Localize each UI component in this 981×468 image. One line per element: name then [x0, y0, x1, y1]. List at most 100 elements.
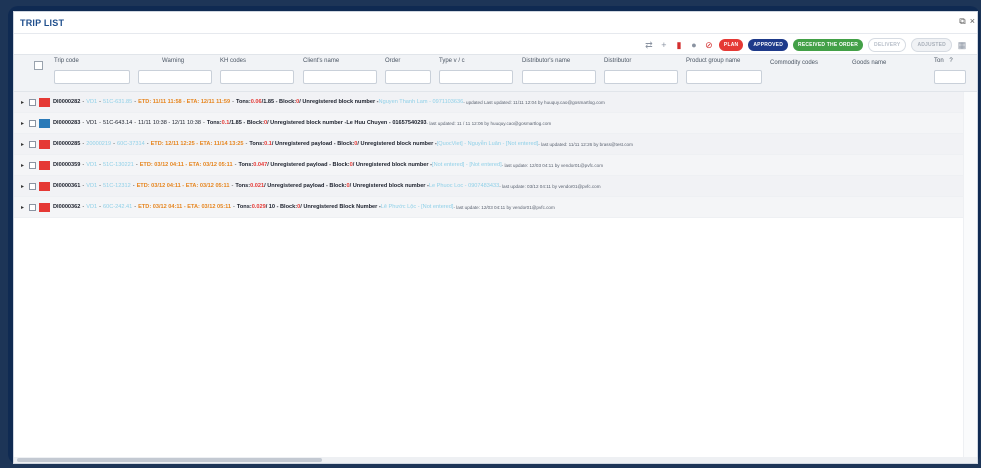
distributor-name-filter[interactable] [522, 70, 596, 84]
tons-label: Tons: [235, 99, 251, 105]
column-label: Warning [162, 58, 185, 64]
swap-icon[interactable]: ⇄ [644, 40, 654, 51]
filter-header: Trip code Warning KH codes Client's name… [14, 54, 977, 92]
product-group-filter[interactable] [686, 70, 762, 84]
plan-button[interactable]: PLAN [718, 39, 744, 51]
column-product-group: Product group name [686, 58, 762, 84]
tons-label: Tons: [249, 141, 265, 147]
trip-code[interactable]: DI0000285 [53, 141, 80, 147]
tons-label: Tons: [238, 162, 254, 168]
column-label: Type v / c [439, 58, 465, 64]
row-checkbox[interactable] [29, 140, 36, 148]
adjusted-button[interactable]: ADJUSTED [911, 38, 952, 52]
etd-eta: ETD: 11/11 11:58 - ETA: 12/11 11:59 [138, 99, 231, 105]
trip-row[interactable]: ▸ DI0000359- VD1-51C-130221- ETD: 03/12 04:… [14, 155, 977, 176]
tons-value: 0.047 [253, 162, 268, 168]
column-order: Order [385, 58, 431, 84]
trip-list-window: TRIP LIST ⧉ × ⇄ + ▮ ● ⊘ PLAN APPROVED RE… [13, 11, 978, 464]
block-icon[interactable]: ⊘ [704, 40, 714, 51]
calendar-icon[interactable]: ▦ [957, 40, 967, 51]
row-checkbox[interactable] [29, 203, 36, 211]
status-color-swatch [39, 202, 50, 212]
column-label: Goods name [852, 60, 887, 66]
approved-button[interactable]: APPROVED [748, 39, 789, 51]
trash-icon[interactable]: ▮ [674, 40, 684, 51]
expand-caret-icon[interactable]: ▸ [21, 162, 29, 169]
separator: - [146, 141, 149, 147]
plus-icon[interactable]: + [659, 40, 669, 50]
status-color-swatch [39, 160, 50, 170]
warning-filter[interactable] [138, 70, 212, 84]
row-checkbox[interactable] [29, 161, 36, 169]
column-label: Order [385, 58, 401, 64]
order-filter[interactable] [385, 70, 431, 84]
block-description: / Unregistered block number - [349, 183, 429, 189]
received-order-button[interactable]: RECEIVED THE ORDER [793, 39, 864, 51]
expand-caret-icon[interactable]: ▸ [21, 99, 29, 106]
column-label: Ton ? [934, 58, 966, 68]
vendor: VD1 [86, 99, 98, 105]
column-distributor-name: Distributor's name [522, 58, 596, 84]
client-name-filter[interactable] [303, 70, 377, 84]
trip-row[interactable]: ▸ DI0000283- VD1-51C-643.14-11/11 10:38 - … [14, 113, 977, 134]
kh-codes-filter[interactable] [220, 70, 294, 84]
column-label: KH codes [220, 58, 247, 64]
expand-caret-icon[interactable]: ▸ [21, 204, 29, 211]
vertical-scrollbar[interactable] [963, 92, 977, 459]
row-checkbox[interactable] [29, 182, 36, 190]
tons-capacity: / Unregistered payload - Block: [267, 162, 350, 168]
delivery-button[interactable]: DELIVERY [868, 38, 907, 52]
distributor-filter[interactable] [604, 70, 678, 84]
etd-eta: ETD: 12/11 12:25 - ETA: 11/14 13:25 [150, 141, 244, 147]
column-label: Distributor [604, 58, 632, 64]
trip-row[interactable]: ▸ DI0000282- VD1-51C-631.85- ETD: 11/11 11:… [14, 92, 977, 113]
separator: - [134, 99, 137, 105]
separator: - [134, 120, 137, 126]
block-description: / Unregistered block number - [267, 120, 347, 126]
row-checkbox[interactable] [29, 119, 36, 127]
tons-capacity: /1.85 - Block: [261, 99, 297, 105]
trip-code[interactable]: DI0000282 [53, 99, 80, 105]
column-warning: Warning [138, 58, 212, 84]
separator: - [231, 183, 234, 189]
separator: - [99, 99, 102, 105]
driver-info: Lê Phước Lộc - [Not entered] [380, 204, 454, 210]
expand-caret-icon[interactable]: ▸ [21, 183, 29, 190]
ton-filter[interactable] [934, 70, 966, 84]
help-icon[interactable]: ? [949, 58, 952, 64]
close-icon[interactable]: × [970, 16, 975, 27]
trip-code[interactable]: DI0000359 [53, 162, 80, 168]
check-circle-icon[interactable]: ● [689, 40, 699, 50]
column-label-ton: Ton [934, 58, 944, 64]
separator: - [99, 162, 102, 168]
row-checkbox[interactable] [29, 98, 36, 106]
scrollbar-thumb[interactable] [17, 458, 322, 462]
expand-caret-icon[interactable]: ▸ [21, 141, 29, 148]
column-label: Trip code [54, 58, 79, 64]
select-all-checkbox[interactable] [34, 61, 43, 70]
separator: - [82, 162, 85, 168]
trip-code[interactable]: DI0000362 [53, 204, 80, 210]
tons-capacity: / 10 - Block: [265, 204, 298, 210]
trip-code[interactable]: DI0000283 [53, 120, 80, 126]
trip-row[interactable]: ▸ DI0000361- VD1-51C-12312- ETD: 03/12 04:1… [14, 176, 977, 197]
restore-icon[interactable]: ⧉ [959, 16, 965, 27]
vendor: VD1 [86, 204, 98, 210]
tons-capacity: /1.85 - Block: [229, 120, 264, 126]
separator: - [113, 141, 116, 147]
column-label: Product group name [686, 58, 741, 64]
trip-row[interactable]: ▸ DI0000362- VD1-60C-242.41- ETD: 03/12 04:… [14, 197, 977, 218]
window-controls: ⧉ × [959, 16, 975, 27]
vendor: VD1 [86, 183, 98, 189]
expand-caret-icon[interactable]: ▸ [21, 120, 29, 127]
horizontal-scrollbar[interactable] [14, 457, 977, 463]
type-filter[interactable] [439, 70, 513, 84]
trip-row[interactable]: ▸ DI0000285-20000219-60C-37314- ETD: 12/11… [14, 134, 977, 155]
toolbar: ⇄ + ▮ ● ⊘ PLAN APPROVED RECEIVED THE ORD… [14, 36, 977, 54]
column-label: Client's name [303, 58, 340, 64]
tons-label: Tons: [235, 183, 251, 189]
trip-code[interactable]: DI0000361 [53, 183, 80, 189]
vendor: VD1 [86, 120, 98, 126]
plate-number: 60C-242.41 [103, 204, 133, 210]
trip-code-filter[interactable] [54, 70, 130, 84]
